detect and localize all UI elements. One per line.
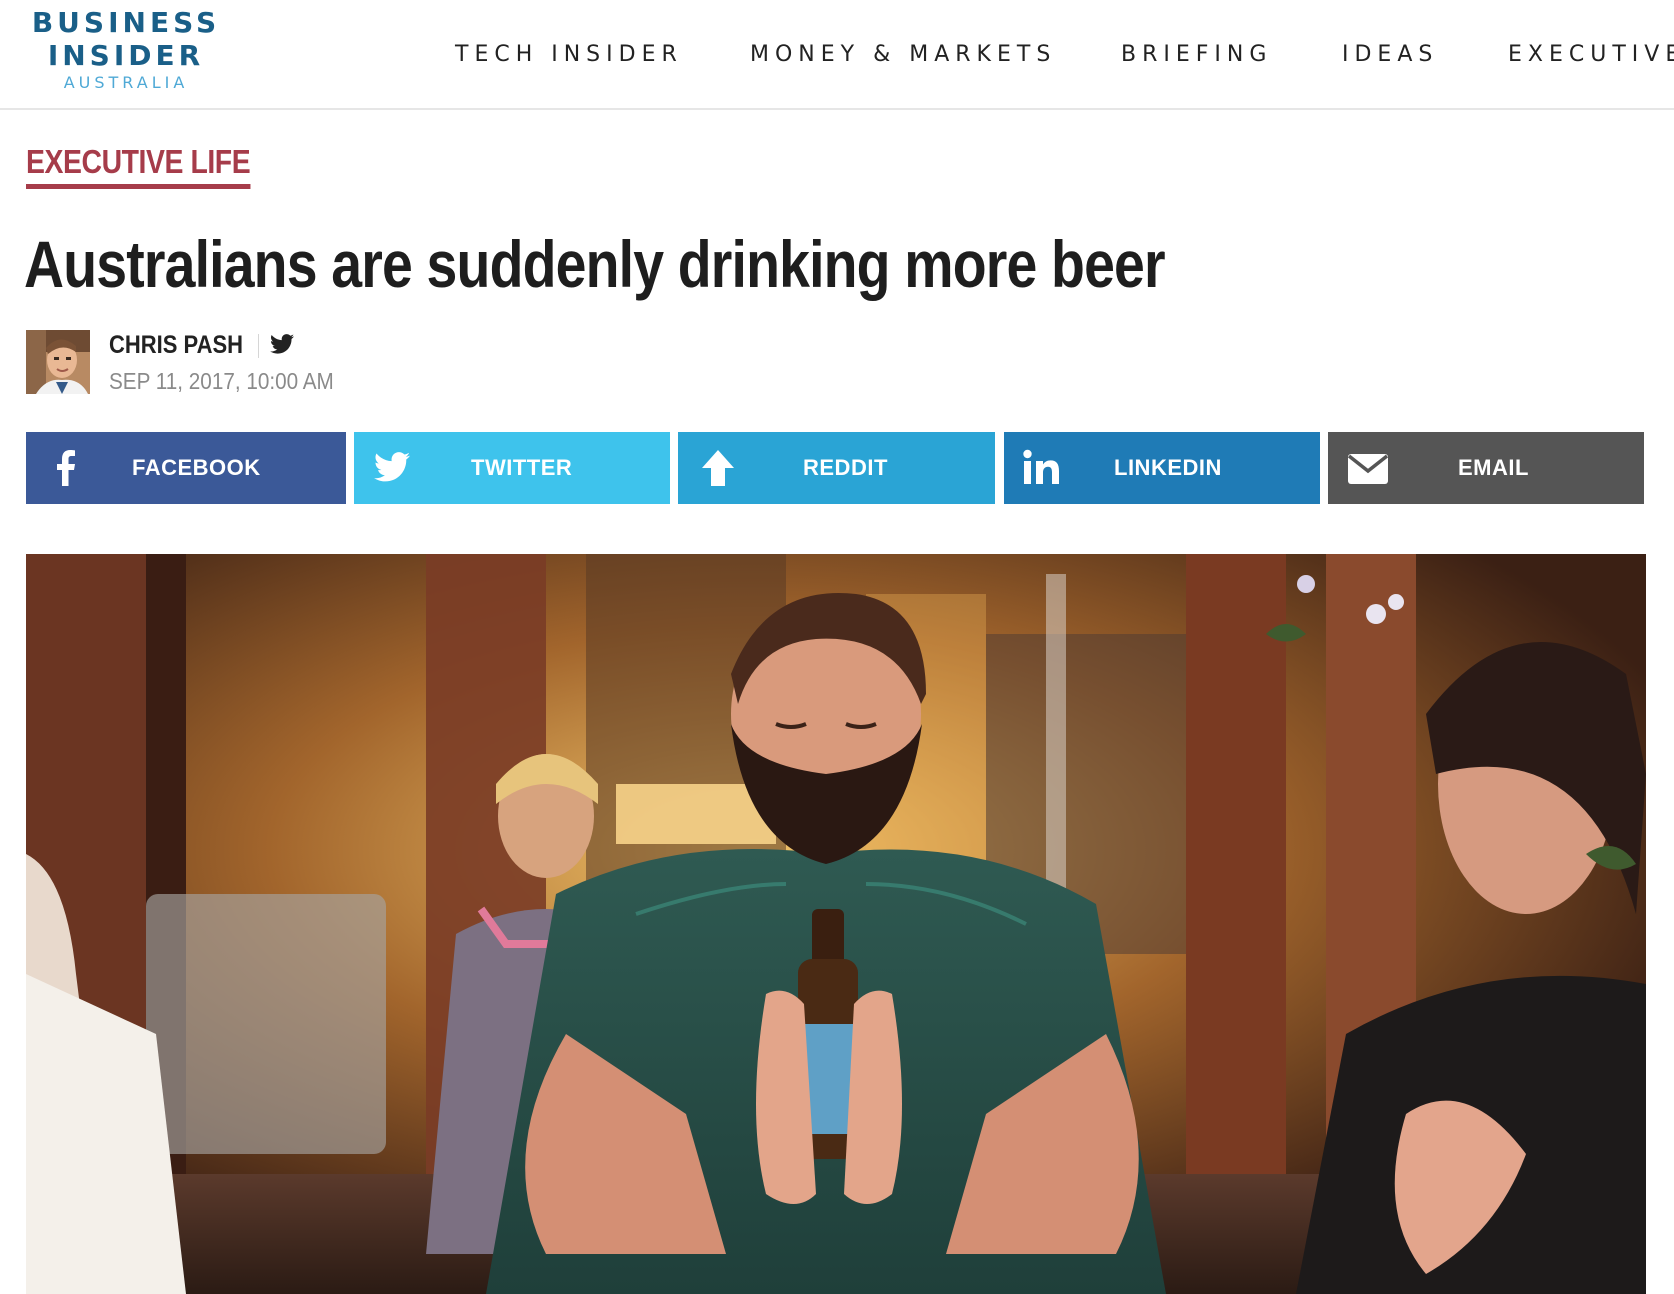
logo-line-business: BUSINESS — [31, 6, 221, 39]
article-headline: Australians are suddenly drinking more b… — [24, 227, 1166, 301]
share-linkedin-label: LINKEDIN — [1114, 455, 1222, 480]
share-linkedin-button[interactable]: LINKEDIN — [1004, 432, 1320, 504]
share-reddit-button[interactable]: REDDIT — [678, 432, 995, 504]
logo-line-australia: AUSTRALIA — [63, 73, 189, 92]
twitter-icon — [270, 334, 294, 354]
author-avatar[interactable] — [26, 330, 90, 394]
hero-image — [26, 554, 1646, 1294]
publish-date: SEP 11, 2017, 10:00 AM — [109, 368, 334, 394]
share-email-label: EMAIL — [1458, 455, 1529, 480]
main-nav: TECH INSIDER MONEY & MARKETS BRIEFING ID… — [0, 38, 1674, 72]
share-facebook-label: FACEBOOK — [132, 455, 261, 480]
nav-item-briefing[interactable]: BRIEFING — [1121, 38, 1272, 72]
hero-photo-yoga-beer — [26, 554, 1646, 1294]
site-header: BUSINESS INSIDER AUSTRALIA TECH INSIDER … — [0, 0, 1674, 110]
arrow-up-icon — [702, 450, 734, 486]
share-facebook-button[interactable]: FACEBOOK — [26, 432, 346, 504]
linkedin-icon — [1023, 449, 1059, 484]
envelope-icon — [1347, 454, 1389, 484]
nav-item-money-markets[interactable]: MONEY & MARKETS — [750, 38, 1056, 72]
nav-item-ideas[interactable]: IDEAS — [1342, 38, 1438, 72]
nav-item-tech-insider[interactable]: TECH INSIDER — [455, 38, 683, 72]
facebook-icon — [57, 450, 75, 486]
nav-item-executive[interactable]: EXECUTIVE — [1508, 38, 1674, 72]
twitter-icon — [374, 452, 410, 482]
share-twitter-button[interactable]: TWITTER — [354, 432, 670, 504]
author-name[interactable]: CHRIS PASH — [109, 328, 243, 362]
author-avatar-image — [26, 330, 90, 394]
byline-divider — [258, 334, 259, 358]
share-email-button[interactable]: EMAIL — [1328, 432, 1644, 504]
author-twitter-link[interactable] — [270, 334, 296, 356]
section-tag[interactable]: EXECUTIVE LIFE — [26, 142, 251, 189]
share-twitter-label: TWITTER — [471, 455, 573, 480]
share-reddit-label: REDDIT — [803, 455, 888, 480]
